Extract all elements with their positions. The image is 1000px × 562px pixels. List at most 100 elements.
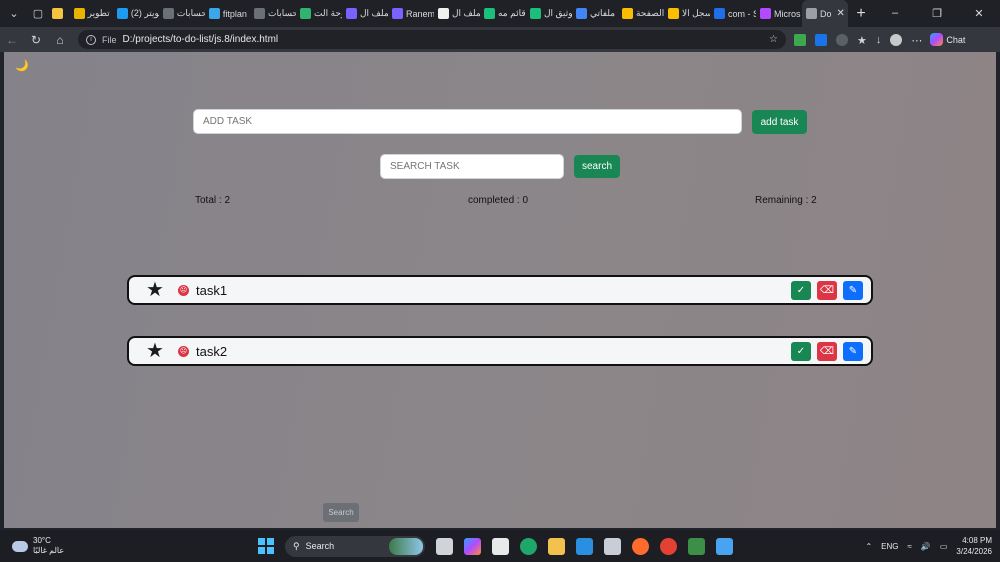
browser-tab[interactable]: fitplan bbox=[205, 0, 250, 27]
task-actions: ✓ ⌫ ✎ bbox=[791, 280, 863, 300]
browser-tab[interactable]: Do ✕ bbox=[801, 0, 848, 27]
profile-avatar[interactable] bbox=[890, 33, 903, 46]
favorite-star-icon[interactable]: ☆ bbox=[769, 34, 778, 45]
vscode-icon[interactable] bbox=[576, 537, 593, 555]
browser-tab[interactable]: تطوير bbox=[70, 0, 113, 27]
browser-tab[interactable]: حسابات bbox=[159, 0, 205, 27]
task-name: task2 bbox=[196, 343, 228, 359]
tab-favicon-icon bbox=[713, 8, 725, 19]
firefox-icon[interactable] bbox=[632, 537, 649, 555]
complete-check-button[interactable]: ✓ bbox=[791, 280, 811, 300]
tab-favicon-icon bbox=[73, 8, 85, 19]
browser-tab[interactable]: سجل الا bbox=[664, 0, 710, 27]
taskbar-search[interactable]: ⚲ Search bbox=[285, 535, 425, 557]
workspaces-icon[interactable]: ▢ bbox=[28, 4, 48, 24]
restore-icon[interactable]: ❐ bbox=[916, 7, 958, 20]
add-task-button[interactable]: add task bbox=[752, 110, 807, 134]
delete-button[interactable]: ⌫ bbox=[817, 341, 837, 361]
close-tab-icon[interactable]: ✕ bbox=[837, 8, 845, 19]
tab-label: (2) تويتر bbox=[130, 8, 159, 18]
browser-tab[interactable]: توثيق ال bbox=[526, 0, 572, 27]
browser-tab[interactable]: الصفحة bbox=[618, 0, 664, 27]
refresh-icon[interactable]: ↻ bbox=[24, 33, 48, 47]
tab-label: الملف ال bbox=[451, 8, 480, 18]
minimize-icon[interactable]: – bbox=[874, 7, 916, 20]
browser-tab[interactable]: حسابات bbox=[250, 0, 296, 27]
tab-label: قائم مه bbox=[497, 8, 526, 18]
home-icon[interactable]: ⌂ bbox=[48, 33, 72, 47]
tab-favicon-icon bbox=[759, 8, 771, 19]
language-indicator[interactable]: ENG bbox=[881, 542, 898, 551]
edit-button[interactable]: ✎ bbox=[843, 280, 863, 300]
extension-docs-icon[interactable] bbox=[815, 33, 827, 46]
tab-favicon-icon bbox=[621, 8, 633, 19]
extension-image-icon[interactable] bbox=[794, 33, 806, 46]
task-view-icon[interactable] bbox=[436, 537, 453, 555]
tray-chevron-up-icon[interactable]: ⌃ bbox=[865, 542, 872, 551]
tab-label: ملفاتي bbox=[589, 8, 616, 18]
store-icon[interactable] bbox=[604, 537, 621, 555]
tab-actions-chevron-icon[interactable]: ⌄ bbox=[4, 4, 24, 24]
browser-tab[interactable]: قائم مه bbox=[480, 0, 526, 27]
wifi-icon[interactable]: ≈ bbox=[907, 542, 911, 551]
close-window-icon[interactable]: ✕ bbox=[958, 7, 1000, 20]
tab-favicon-icon bbox=[437, 8, 449, 19]
delete-button[interactable]: ⌫ bbox=[817, 280, 837, 300]
bottom-search-button[interactable]: Search bbox=[323, 503, 359, 522]
tab-label: حسابات bbox=[267, 8, 296, 18]
more-menu-icon[interactable]: ⋯ bbox=[911, 34, 922, 47]
file-explorer-icon[interactable] bbox=[548, 537, 565, 555]
url-field[interactable]: i File D:/projects/to-do-list/js.8/index… bbox=[78, 30, 786, 49]
extensions-puzzle-icon[interactable] bbox=[836, 33, 848, 46]
taskbar-search-label: Search bbox=[305, 541, 335, 551]
tab-label: حسابات bbox=[176, 8, 205, 18]
volume-icon[interactable]: 🔊 bbox=[921, 542, 931, 551]
downloads-icon[interactable]: ↓ bbox=[876, 34, 882, 46]
tab-favicon-icon bbox=[208, 8, 220, 19]
edge-browser-icon[interactable] bbox=[520, 537, 537, 555]
browser-tab[interactable]: com - S bbox=[710, 0, 756, 27]
back-arrow-icon[interactable]: ← bbox=[0, 33, 24, 47]
completed-count: completed : 0 bbox=[468, 195, 529, 206]
moon-icon[interactable]: 🌙 bbox=[15, 59, 29, 72]
browser-tab[interactable]: الملف ال bbox=[342, 0, 388, 27]
edit-button[interactable]: ✎ bbox=[843, 341, 863, 361]
star-icon[interactable]: ★ bbox=[144, 280, 166, 300]
new-tab-plus-icon[interactable]: + bbox=[848, 5, 874, 23]
browser-tab[interactable]: ملفاتي bbox=[572, 0, 618, 27]
chat-label: Chat bbox=[946, 34, 966, 45]
browser-tab[interactable]: Ranem bbox=[388, 0, 434, 27]
copilot-app-icon[interactable] bbox=[464, 537, 481, 555]
chrome-icon[interactable] bbox=[660, 537, 677, 555]
info-icon[interactable]: i bbox=[86, 34, 96, 45]
task-name: task1 bbox=[196, 282, 228, 298]
clock[interactable]: 4:08 PM 3/24/2026 bbox=[956, 535, 992, 557]
tab-label: fitplan bbox=[222, 8, 247, 19]
search-button[interactable]: search bbox=[574, 155, 620, 178]
task-actions: ✓ ⌫ ✎ bbox=[791, 341, 863, 361]
battery-icon[interactable]: ▭ bbox=[940, 542, 948, 551]
browser-tab[interactable]: لوحة الت bbox=[296, 0, 342, 27]
tab-favicon-icon bbox=[116, 8, 128, 19]
browser-tab[interactable]: (2) تويتر bbox=[113, 0, 159, 27]
app-a-icon[interactable] bbox=[716, 537, 733, 555]
search-task-input[interactable] bbox=[380, 154, 564, 179]
browser-tab[interactable]: Micros bbox=[756, 0, 802, 27]
complete-check-button[interactable]: ✓ bbox=[791, 341, 811, 361]
favorites-icon[interactable]: ★ bbox=[857, 34, 867, 47]
mail-icon[interactable] bbox=[492, 537, 509, 555]
browser-tab[interactable]: الملف ال bbox=[434, 0, 480, 27]
add-task-input[interactable] bbox=[193, 109, 742, 134]
windows-start-icon[interactable] bbox=[258, 538, 274, 554]
cloud-weather-icon bbox=[12, 540, 28, 552]
browser-tab[interactable] bbox=[48, 0, 70, 27]
copilot-chat-button[interactable]: Chat bbox=[930, 33, 965, 46]
tab-favicon-icon bbox=[483, 8, 495, 19]
weather-widget[interactable]: 30°C عالم غالبًا bbox=[12, 536, 64, 556]
app-tile-icon[interactable] bbox=[688, 537, 705, 555]
sad-face-icon: ☹ bbox=[178, 284, 189, 296]
star-icon[interactable]: ★ bbox=[144, 341, 166, 361]
task-row: ★ ☹ task1 ✓ ⌫ ✎ bbox=[127, 275, 873, 305]
tab-label: توثيق ال bbox=[543, 8, 572, 18]
tab-favicon-icon bbox=[52, 8, 63, 19]
